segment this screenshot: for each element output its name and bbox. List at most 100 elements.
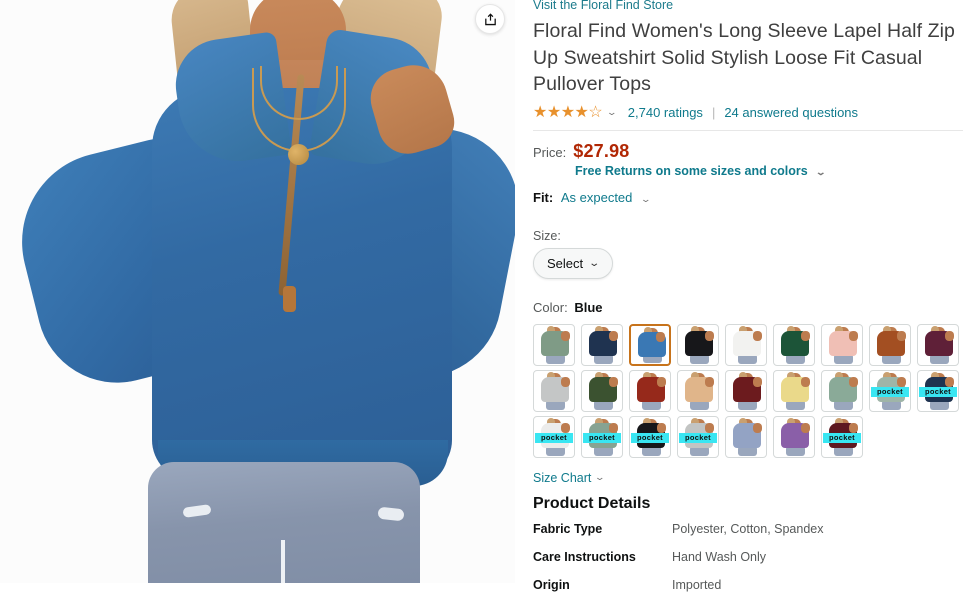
- pocket-badge: pocket: [871, 386, 909, 397]
- size-select-dropdown[interactable]: Select ⌄: [533, 247, 613, 279]
- chevron-down-icon[interactable]: ⌄: [640, 194, 651, 205]
- swatch-arm: [753, 376, 762, 387]
- chevron-down-icon: ⌄: [588, 257, 601, 269]
- pocket-badge: pocket: [583, 432, 621, 443]
- rating-row: ★ ★ ★ ★ ☆ ⌄ 2,740 ratings | 24 answered ques…: [533, 103, 963, 121]
- swatch-arm: [801, 376, 810, 387]
- swatch-arm: [945, 330, 954, 341]
- pocket-badge: pocket: [631, 432, 669, 443]
- price-value: $27.98: [573, 140, 630, 161]
- color-swatch-pink[interactable]: [821, 323, 863, 366]
- chevron-down-icon[interactable]: ⌄: [606, 107, 617, 118]
- swatch-arm: [609, 376, 618, 387]
- color-swatch-row: pocket pocket pocket pocket pocket: [533, 415, 963, 458]
- product-page: Visit the Floral Find Store Floral Find …: [0, 0, 977, 594]
- color-swatch-row: pocket pocket: [533, 369, 963, 412]
- star-empty: ☆: [588, 103, 603, 121]
- fit-label: Fit:: [533, 189, 554, 205]
- star-filled: ★: [533, 103, 547, 121]
- share-icon: [484, 12, 496, 25]
- swatch-arm: [801, 422, 810, 433]
- chevron-down-icon[interactable]: ⌄: [815, 167, 826, 178]
- color-swatch-row: [533, 323, 963, 366]
- product-details-heading: Product Details: [533, 494, 651, 512]
- jeans-seam: [281, 540, 285, 583]
- free-returns-link[interactable]: Free Returns on some sizes and colors ⌄: [575, 164, 963, 178]
- share-button[interactable]: [475, 4, 505, 34]
- color-swatch-brick-red[interactable]: [629, 369, 671, 412]
- pocket-badge: pocket: [823, 432, 861, 443]
- swatch-arm: [897, 376, 906, 387]
- swatch-arm: [657, 422, 666, 433]
- size-chart-link[interactable]: Size Chart ⌄: [533, 470, 606, 485]
- chevron-down-icon: ⌄: [594, 472, 606, 482]
- price-row: Price: $27.98: [533, 141, 963, 162]
- swatch-arm: [849, 422, 858, 433]
- product-detail-key: Origin: [533, 577, 570, 592]
- main-product-image[interactable]: [0, 0, 515, 583]
- answered-questions-link[interactable]: 24 answered questions: [724, 105, 858, 120]
- sweatshirt-zipper-pull: [283, 286, 296, 312]
- store-link[interactable]: Visit the Floral Find Store: [533, 0, 963, 12]
- color-swatch-blue[interactable]: [629, 323, 671, 366]
- swatch-arm: [561, 330, 570, 341]
- swatch-arm: [801, 330, 810, 341]
- fit-value[interactable]: As expected: [561, 190, 633, 205]
- free-returns-label: Free Returns on some sizes and colors: [575, 163, 808, 178]
- swatch-arm: [849, 376, 858, 387]
- color-swatch-khaki[interactable]: [677, 369, 719, 412]
- color-swatch-dark-green[interactable]: [773, 323, 815, 366]
- color-swatch-burgundy[interactable]: [725, 369, 767, 412]
- color-swatch-purple[interactable]: [773, 415, 815, 458]
- star-filled: ★: [560, 103, 575, 121]
- swatch-arm: [609, 330, 618, 341]
- color-swatch-plum[interactable]: [917, 323, 959, 366]
- color-swatch-sage-green[interactable]: [533, 323, 575, 366]
- product-detail-row: Origin Imported: [533, 578, 963, 592]
- color-swatch-light-sage[interactable]: [821, 369, 863, 412]
- color-swatch-maroon-pocket[interactable]: pocket: [821, 415, 863, 458]
- color-swatch-light-gray[interactable]: [533, 369, 575, 412]
- size-selected-value: Select: [547, 255, 584, 271]
- swatch-arm: [945, 376, 954, 387]
- product-detail-value: Hand Wash Only: [672, 549, 767, 564]
- color-row: Color: Blue: [533, 300, 963, 315]
- divider: [533, 129, 963, 131]
- color-swatch-white-pocket[interactable]: pocket: [533, 415, 575, 458]
- color-swatch-yellow[interactable]: [773, 369, 815, 412]
- swatch-arm: [561, 422, 570, 433]
- color-swatch-sage-pocket[interactable]: pocket: [869, 369, 911, 412]
- swatch-arm: [609, 422, 618, 433]
- swatch-arm: [705, 376, 714, 387]
- color-swatch-navy-pocket[interactable]: pocket: [917, 369, 959, 412]
- pocket-badge: pocket: [679, 432, 717, 443]
- rating-separator: |: [711, 105, 716, 120]
- color-swatch-rust[interactable]: [869, 323, 911, 366]
- swatch-arm: [561, 376, 570, 387]
- price-label: Price:: [533, 144, 567, 160]
- ratings-count-link[interactable]: 2,740 ratings: [628, 105, 703, 120]
- color-swatch-olive[interactable]: [581, 369, 623, 412]
- product-detail-column: Visit the Floral Find Store Floral Find …: [515, 0, 977, 594]
- star-filled: ★: [546, 103, 561, 121]
- size-chart-label: Size Chart: [533, 470, 592, 485]
- page-title: Floral Find Women's Long Sleeve Lapel Ha…: [533, 20, 956, 95]
- product-detail-value: Imported: [672, 577, 722, 592]
- swatch-arm: [705, 330, 714, 341]
- color-swatch-grid[interactable]: pocket pocket pocket pocket pocket pocket pock…: [533, 323, 963, 458]
- size-label: Size:: [533, 228, 561, 243]
- model-pendant: [288, 144, 309, 165]
- color-swatch-black[interactable]: [677, 323, 719, 366]
- swatch-arm: [705, 422, 714, 433]
- color-swatch-white[interactable]: [725, 323, 767, 366]
- product-image-gallery[interactable]: [0, 0, 515, 583]
- color-swatch-navy[interactable]: [581, 323, 623, 366]
- pocket-badge: pocket: [535, 432, 573, 443]
- color-swatch-periwinkle[interactable]: [725, 415, 767, 458]
- color-swatch-black-pocket[interactable]: pocket: [629, 415, 671, 458]
- color-swatch-green-pocket[interactable]: pocket: [581, 415, 623, 458]
- color-swatch-gray-pocket[interactable]: pocket: [677, 415, 719, 458]
- star-rating[interactable]: ★ ★ ★ ★ ☆: [533, 103, 603, 121]
- product-details-table: Fabric Type Polyester, Cotton, Spandex Car…: [533, 522, 963, 594]
- star-filled: ★: [574, 103, 589, 121]
